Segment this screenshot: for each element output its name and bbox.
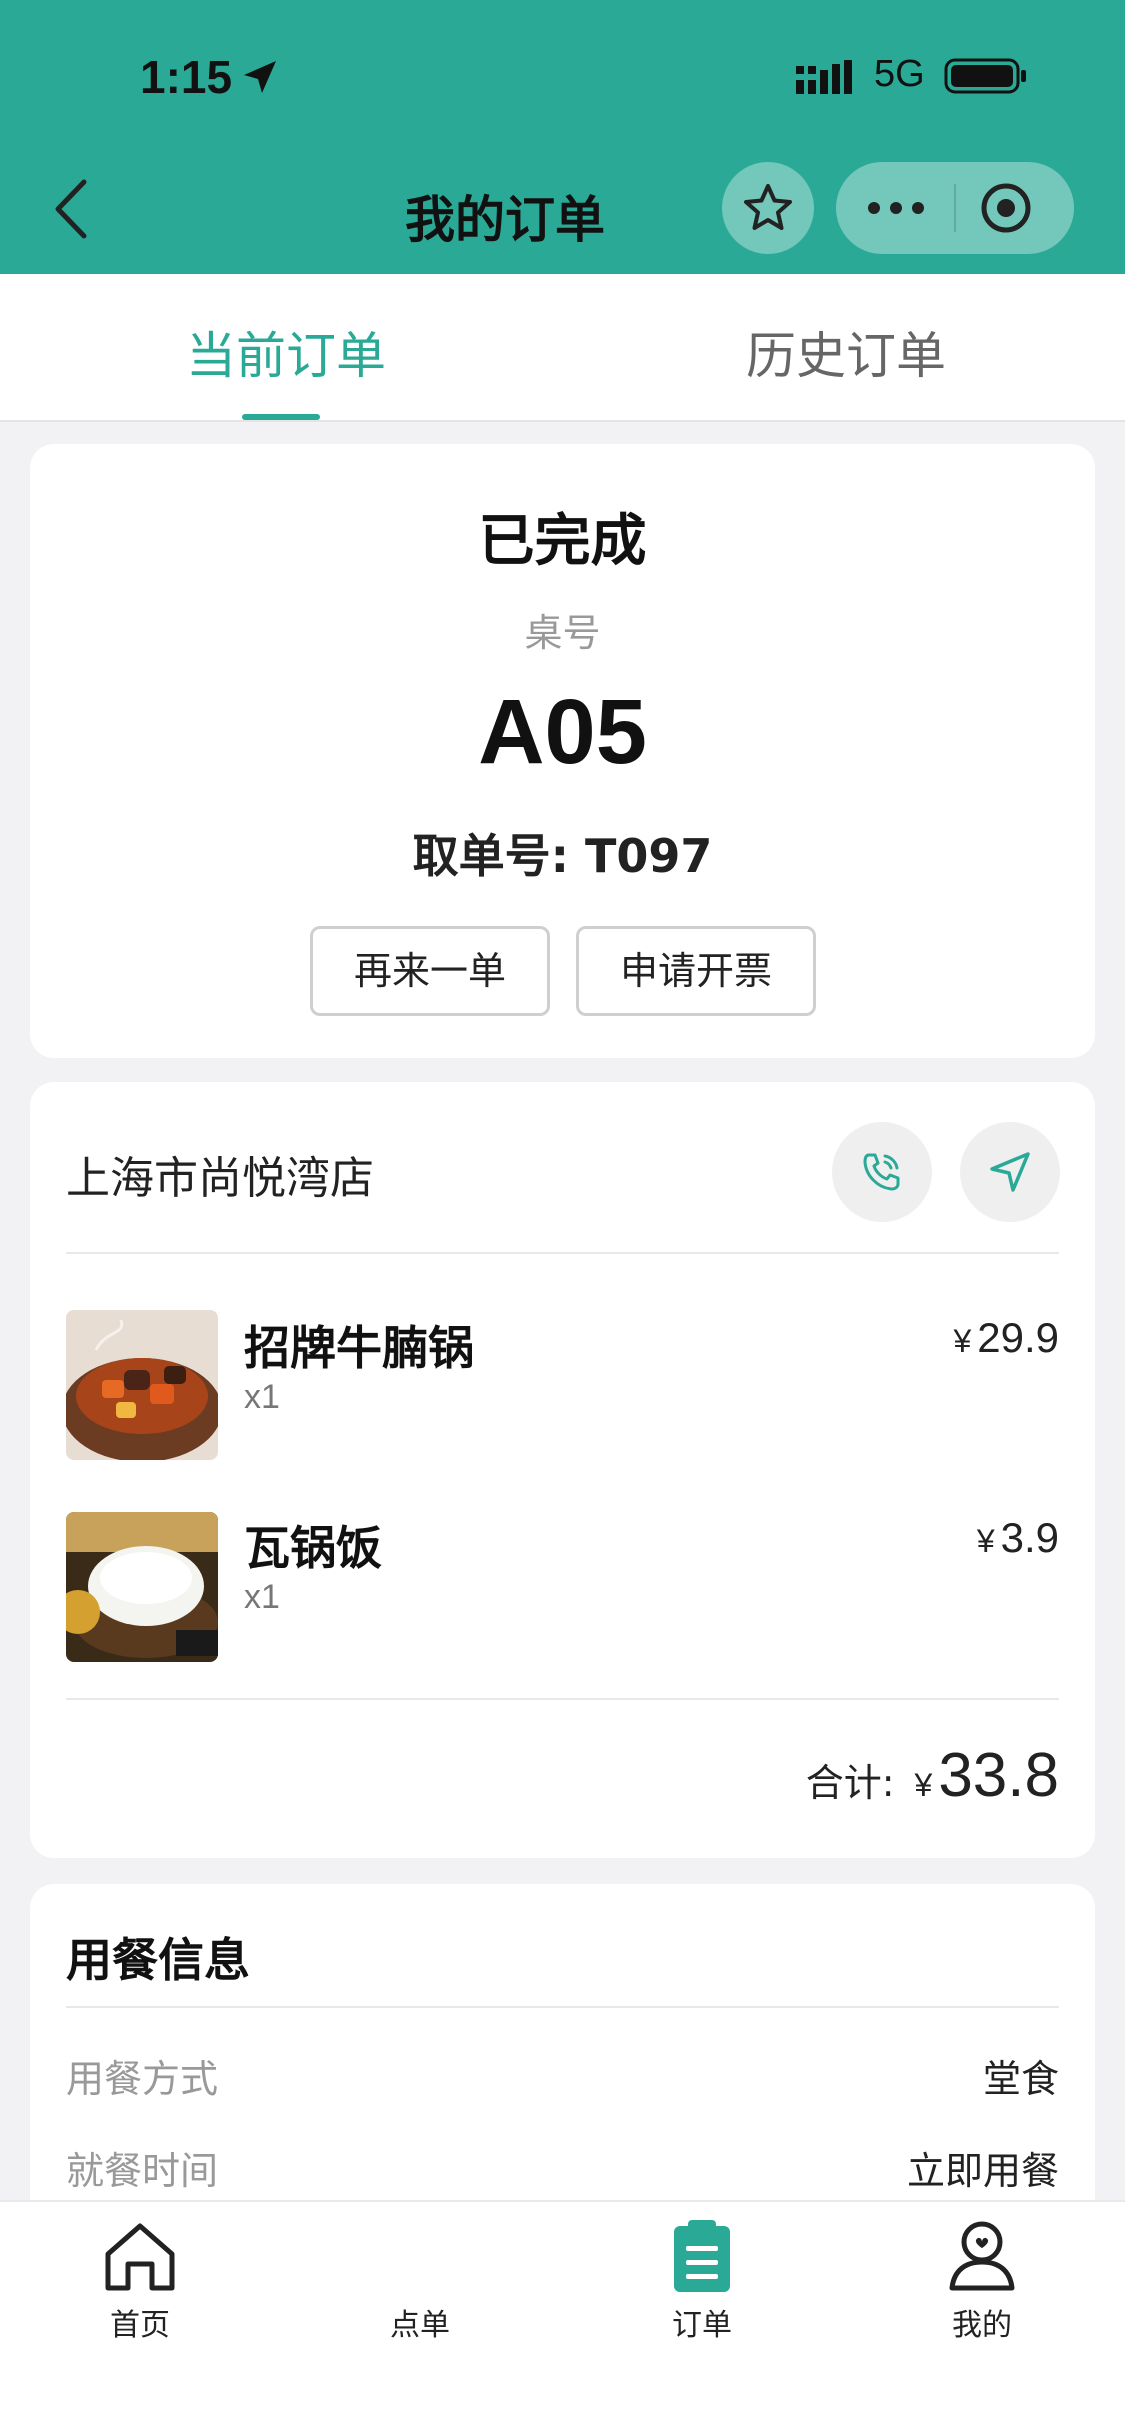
tabbar-label: 我的 [952, 2308, 1012, 2343]
signal-icon [796, 60, 852, 94]
active-tab-indicator [242, 414, 320, 420]
item-price-value: 29.9 [977, 1314, 1059, 1361]
phone-icon [863, 1153, 900, 1191]
profile-icon [949, 2221, 1015, 2291]
dining-method-value: 堂食 [982, 2057, 1059, 2101]
tab-current-orders[interactable]: 当前订单 [186, 316, 386, 388]
home-icon [105, 2223, 175, 2291]
status-bar: 1:15 5G [0, 0, 1125, 150]
network-label: 5G [874, 53, 925, 95]
dining-method-label: 用餐方式 [66, 2057, 219, 2101]
tabbar-profile[interactable]: 我的 [882, 2218, 1082, 2344]
dining-time-label: 就餐时间 [66, 2149, 219, 2193]
tab-history-orders[interactable]: 历史订单 [746, 316, 946, 388]
pickup-number: 取单号: T097 [412, 829, 713, 883]
store-order-card: 上海市尚悦湾店 招牌牛腩锅 x1 ¥29.9 瓦锅饭 x1 ¥ 3.9 合计: … [30, 1082, 1095, 1858]
item-quantity: x1 [244, 1378, 280, 1416]
tabbar-label: 点单 [390, 2308, 450, 2343]
item-image-clay-pot-rice [66, 1512, 218, 1662]
header: 1:15 5G 我的订单 [0, 0, 1125, 274]
navigation-icon [990, 1152, 1030, 1192]
currency-symbol: ¥ [953, 1323, 972, 1359]
favorite-button[interactable] [722, 162, 814, 254]
battery-icon [944, 58, 1026, 94]
bottom-tab-bar: 首页 点单 订单 我的 [0, 2200, 1125, 2436]
capsule-divider [954, 184, 956, 232]
tabbar-label: 订单 [672, 2308, 732, 2343]
close-miniprogram-icon[interactable] [978, 180, 1034, 236]
item-quantity: x1 [244, 1578, 280, 1616]
item-name: 瓦锅饭 [244, 1521, 382, 1575]
tabbar-home[interactable]: 首页 [40, 2218, 240, 2344]
navigate-store-button[interactable] [960, 1122, 1060, 1222]
item-price: ¥3.9 [977, 1514, 1059, 1562]
menu-icon [380, 2218, 460, 2294]
order-status: 已完成 [478, 509, 647, 574]
currency-symbol: ¥ [976, 1523, 995, 1559]
table-number: A05 [478, 681, 647, 783]
table-label: 桌号 [524, 611, 601, 655]
miniprogram-capsule [836, 162, 1074, 254]
order-tabs: 当前订单 历史订单 [0, 274, 1125, 422]
divider [66, 1252, 1059, 1254]
total-amount: 33.8 [938, 1741, 1059, 1810]
star-icon [744, 184, 792, 230]
tabbar-menu[interactable]: 点单 [320, 2218, 520, 2344]
total-label: 合计: [805, 1761, 895, 1805]
divider [66, 2006, 1059, 2008]
order-icon [674, 2220, 730, 2292]
location-arrow-icon [244, 61, 276, 93]
divider [66, 1698, 1059, 1700]
tabbar-label: 首页 [110, 2308, 170, 2343]
dining-info-title: 用餐信息 [66, 1933, 250, 1987]
nav-bar: 我的订单 [0, 150, 1125, 274]
tabbar-orders[interactable]: 订单 [602, 2218, 802, 2344]
reorder-button[interactable]: 再来一单 [310, 926, 550, 1016]
item-image-beef-brisket [66, 1310, 218, 1460]
item-price-value: 3.9 [1000, 1514, 1059, 1561]
order-status-card: 已完成 桌号 A05 取单号: T097 再来一单 申请开票 [30, 444, 1095, 1058]
status-time: 1:15 [140, 51, 233, 103]
store-name: 上海市尚悦湾店 [66, 1153, 374, 1204]
request-invoice-button[interactable]: 申请开票 [576, 926, 816, 1016]
order-total: 合计: ¥33.8 [806, 1740, 1059, 1811]
more-icon[interactable] [866, 192, 926, 224]
dining-time-value: 立即用餐 [906, 2149, 1059, 2193]
call-store-button[interactable] [832, 1122, 932, 1222]
item-price: ¥29.9 [953, 1314, 1059, 1362]
total-currency: ¥ [914, 1767, 933, 1803]
item-name: 招牌牛腩锅 [244, 1321, 474, 1375]
